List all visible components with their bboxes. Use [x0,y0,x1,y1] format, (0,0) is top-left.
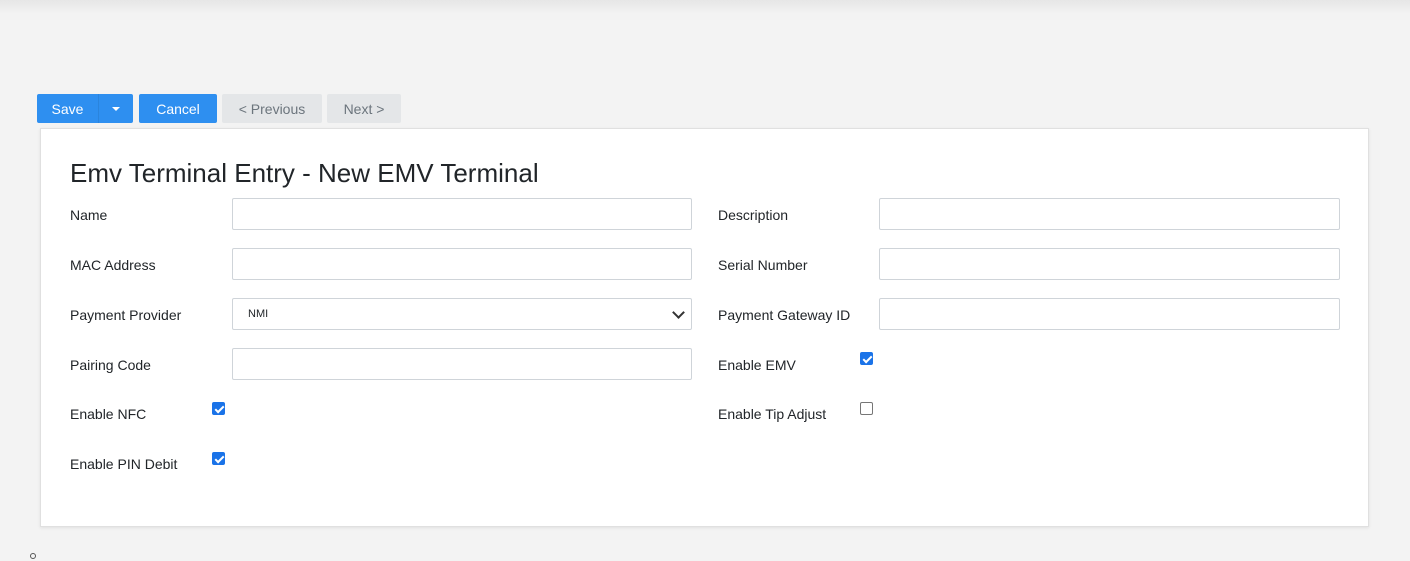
serial-number-input[interactable] [879,248,1340,280]
description-label: Description [718,207,789,223]
name-label: Name [70,207,108,223]
toolbar: Save Cancel < Previous Next > [37,94,401,123]
save-options-button[interactable] [98,94,133,123]
serial-number-label: Serial Number [718,257,808,273]
save-button[interactable]: Save [37,94,98,123]
top-shadow [0,0,1410,14]
next-button[interactable]: Next > [327,94,401,123]
payment-gateway-id-input[interactable] [879,298,1340,330]
mac-address-input[interactable] [232,248,692,280]
description-input[interactable] [879,198,1340,230]
payment-provider-label: Payment Provider [70,307,182,323]
enable-nfc-label: Enable NFC [70,406,147,422]
enable-emv-label: Enable EMV [718,357,796,373]
payment-provider-value: NMI [248,308,269,320]
payment-provider-select[interactable]: NMI [232,298,692,330]
partial-glyph [30,553,36,559]
cancel-button[interactable]: Cancel [139,94,217,123]
chevron-down-icon [672,305,685,319]
pairing-code-input[interactable] [232,348,692,380]
enable-pin-debit-label: Enable PIN Debit [70,456,178,472]
enable-pin-debit-checkbox[interactable] [212,452,225,465]
save-split-button: Save [37,94,133,123]
enable-emv-checkbox[interactable] [860,352,873,365]
mac-address-label: MAC Address [70,257,156,273]
pairing-code-label: Pairing Code [70,357,151,373]
form-card: Emv Terminal Entry - New EMV Terminal Na… [40,128,1369,527]
enable-tip-adjust-checkbox[interactable] [860,402,873,415]
payment-gateway-id-label: Payment Gateway ID [718,307,851,323]
enable-nfc-checkbox[interactable] [212,402,225,415]
name-input[interactable] [232,198,692,230]
page-title: Emv Terminal Entry - New EMV Terminal [70,158,539,188]
previous-button[interactable]: < Previous [222,94,322,123]
enable-tip-adjust-label: Enable Tip Adjust [718,406,827,422]
caret-down-icon [112,106,120,111]
